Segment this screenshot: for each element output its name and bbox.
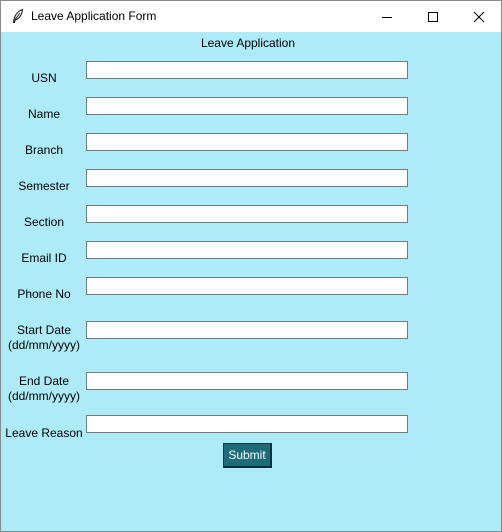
app-window: Leave Application Form Leave Application… — [0, 0, 502, 532]
section-field[interactable] — [86, 205, 408, 223]
end-date-label: End Date (dd/mm/yyyy) — [1, 374, 87, 404]
minimize-icon — [382, 16, 392, 18]
email-id-field[interactable] — [86, 241, 408, 259]
leave-reason-label: Leave Reason — [5, 426, 83, 440]
leave-reason-field[interactable] — [86, 415, 408, 433]
close-button[interactable] — [456, 1, 502, 32]
window-title: Leave Application Form — [31, 9, 157, 23]
maximize-icon — [428, 11, 438, 22]
end-date-label-line1: End Date — [18, 374, 70, 388]
minimize-button[interactable] — [364, 1, 410, 32]
phone-no-label: Phone No — [17, 287, 71, 301]
semester-field[interactable] — [86, 169, 408, 187]
usn-field[interactable] — [86, 61, 408, 79]
email-id-label: Email ID — [21, 251, 67, 265]
title-bar[interactable]: Leave Application Form — [1, 1, 501, 32]
name-label: Name — [27, 107, 60, 121]
form-heading: Leave Application — [200, 36, 296, 50]
semester-label: Semester — [18, 179, 70, 193]
close-icon — [473, 11, 485, 22]
maximize-button[interactable] — [410, 1, 456, 32]
start-date-format-hint: (dd/mm/yyyy) — [8, 338, 80, 352]
start-date-label: Start Date (dd/mm/yyyy) — [1, 323, 87, 353]
start-date-label-line1: Start Date — [16, 323, 72, 337]
branch-label: Branch — [24, 143, 64, 157]
branch-field[interactable] — [86, 133, 408, 151]
name-field[interactable] — [86, 97, 408, 115]
form-area: Leave Application USN Name Branch Semest… — [1, 32, 501, 531]
feather-icon — [10, 8, 26, 24]
end-date-format-hint: (dd/mm/yyyy) — [8, 389, 80, 403]
start-date-field[interactable] — [86, 321, 408, 339]
submit-button[interactable]: Submit — [223, 443, 272, 468]
usn-label: USN — [31, 71, 57, 85]
section-label: Section — [23, 215, 65, 229]
end-date-field[interactable] — [86, 372, 408, 390]
phone-no-field[interactable] — [86, 277, 408, 295]
